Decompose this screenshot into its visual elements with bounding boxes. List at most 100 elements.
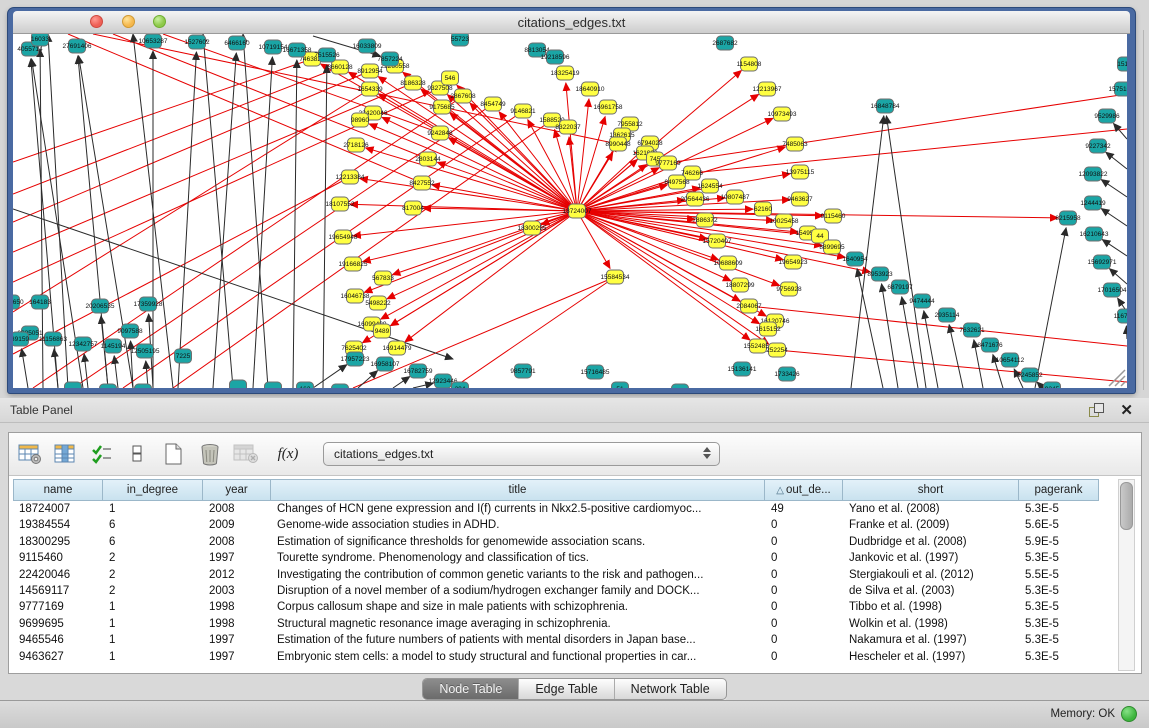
graph-node[interactable]: 13975115 bbox=[786, 165, 815, 179]
column-header-name[interactable]: name bbox=[13, 479, 103, 501]
graph-node[interactable]: 1167533 bbox=[1114, 309, 1127, 323]
memory-status-indicator[interactable] bbox=[1121, 706, 1137, 722]
graph-node[interactable]: 7225 bbox=[175, 349, 192, 363]
delete-trash-icon[interactable] bbox=[195, 439, 225, 469]
rows-icon[interactable] bbox=[123, 439, 153, 469]
graph-node[interactable] bbox=[65, 382, 82, 388]
graph-node[interactable]: 16210643 bbox=[1080, 227, 1109, 241]
graph-node[interactable]: 18107552 bbox=[326, 197, 355, 211]
graph-node[interactable]: 9245852 bbox=[1017, 368, 1043, 382]
graph-node[interactable]: 62160 bbox=[754, 202, 772, 216]
graph-node[interactable]: 1154808 bbox=[737, 57, 762, 71]
column-header-year[interactable]: year bbox=[203, 479, 271, 501]
graph-node[interactable]: 17016504 bbox=[1098, 283, 1127, 297]
table-source-select[interactable]: citations_edges.txt bbox=[323, 442, 720, 466]
graph-node[interactable]: 15751074 bbox=[1109, 82, 1127, 96]
graph-node[interactable]: 39159 bbox=[13, 332, 29, 346]
graph-node[interactable]: 163 bbox=[297, 382, 314, 388]
close-panel-icon[interactable]: ✕ bbox=[1120, 401, 1133, 419]
graph-node[interactable]: 8912954 bbox=[357, 64, 383, 78]
float-panel-icon[interactable] bbox=[1089, 403, 1103, 417]
graph-node[interactable]: 9146821 bbox=[510, 104, 536, 118]
graph-node[interactable]: 15716485 bbox=[581, 365, 610, 379]
graph-node[interactable]: 19654948 bbox=[329, 230, 358, 244]
graph-node[interactable]: 8454749 bbox=[480, 97, 506, 111]
network-window-titlebar[interactable]: citations_edges.txt bbox=[13, 11, 1130, 34]
function-builder-icon[interactable]: f(x) bbox=[271, 446, 305, 463]
graph-node[interactable]: 16782759 bbox=[404, 364, 433, 378]
graph-node[interactable]: 2935114 bbox=[935, 308, 960, 322]
graph-node[interactable]: 9474444 bbox=[909, 294, 935, 308]
graph-node[interactable]: 9756928 bbox=[776, 282, 802, 296]
graph-node[interactable]: 8471676 bbox=[977, 338, 1003, 352]
node-table[interactable]: namein_degreeyeartitle△out_de...shortpag… bbox=[13, 479, 1115, 671]
graph-node[interactable]: 9175685 bbox=[429, 100, 455, 114]
graph-node[interactable]: 7632621 bbox=[959, 323, 985, 337]
new-document-icon[interactable] bbox=[159, 439, 189, 469]
graph-node[interactable]: 2620650 bbox=[13, 295, 24, 309]
graph-node[interactable]: 12213967 bbox=[753, 82, 782, 96]
graph-node[interactable]: 10688609 bbox=[714, 256, 743, 270]
graph-node[interactable]: 19166825 bbox=[339, 257, 368, 271]
graph-node[interactable]: 164183 bbox=[29, 295, 51, 309]
graph-node[interactable] bbox=[230, 380, 247, 388]
graph-node[interactable]: 9529986 bbox=[1094, 109, 1120, 123]
graph-node[interactable]: 12093822 bbox=[1079, 167, 1108, 181]
graph-node[interactable]: 1624554 bbox=[697, 179, 723, 193]
table-row[interactable]: 1938455462009Genome-wide association stu… bbox=[13, 517, 1115, 533]
table-row[interactable]: 946362711997Embryonic stem cells: a mode… bbox=[13, 649, 1115, 665]
graph-node[interactable]: 8215958 bbox=[1055, 211, 1081, 225]
graph-node[interactable]: 16958107 bbox=[371, 357, 400, 371]
graph-node[interactable]: 204 bbox=[452, 382, 469, 388]
window-resize-grip-icon[interactable] bbox=[1109, 370, 1125, 386]
graph-node[interactable]: 12342757 bbox=[69, 337, 98, 351]
graph-node[interactable]: 16848784 bbox=[871, 99, 900, 113]
table-row[interactable]: 977716911998Corpus callosum shape and si… bbox=[13, 599, 1115, 615]
table-row[interactable]: 969969511998Structural magnetic resonanc… bbox=[13, 616, 1115, 632]
graph-node[interactable]: 1640954 bbox=[842, 252, 868, 266]
table-scrollbar[interactable] bbox=[1118, 479, 1135, 671]
graph-node[interactable]: 2718126 bbox=[343, 138, 369, 152]
network-view-canvas[interactable]: 1872400718300295746382286601288912954222… bbox=[13, 34, 1127, 388]
graph-node[interactable]: 55723 bbox=[451, 34, 469, 46]
graph-node[interactable]: 95 bbox=[332, 384, 349, 388]
table-scrollbar-thumb[interactable] bbox=[1120, 482, 1133, 530]
graph-node[interactable]: 9857791 bbox=[510, 364, 536, 378]
graph-node[interactable]: 11156863 bbox=[39, 332, 67, 346]
graph-node[interactable]: 8953923 bbox=[867, 267, 893, 281]
graph-node[interactable]: 6466160 bbox=[224, 36, 250, 50]
graph-node[interactable]: 9463627 bbox=[787, 192, 813, 206]
graph-node[interactable]: 1733426 bbox=[774, 367, 800, 381]
graph-node[interactable]: 15692971 bbox=[1088, 255, 1117, 269]
graph-node[interactable]: 252254 bbox=[766, 343, 788, 357]
graph-node[interactable]: 51 bbox=[612, 382, 629, 388]
column-header-title[interactable]: title bbox=[271, 479, 765, 501]
tab-node-table[interactable]: Node Table bbox=[423, 679, 518, 699]
graph-node[interactable]: 8427552 bbox=[409, 176, 435, 190]
graph-node[interactable]: 546 bbox=[442, 71, 459, 85]
graph-node[interactable]: 7485063 bbox=[782, 137, 808, 151]
graph-node[interactable]: 17957223 bbox=[341, 352, 370, 366]
table-row[interactable]: 911546021997Tourette syndrome. Phenomeno… bbox=[13, 550, 1115, 566]
column-header-out_de[interactable]: △out_de... bbox=[765, 479, 843, 501]
graph-node[interactable]: 20206535 bbox=[86, 299, 115, 313]
column-header-pagerank[interactable]: pagerank bbox=[1019, 479, 1099, 501]
column-select-icon[interactable] bbox=[51, 439, 81, 469]
graph-node[interactable]: 15116 bbox=[1117, 57, 1127, 71]
graph-node[interactable]: 1527602 bbox=[184, 35, 210, 49]
graph-node[interactable]: 817004 bbox=[402, 201, 424, 215]
graph-node[interactable] bbox=[265, 382, 282, 388]
graph-node[interactable]: 9245 bbox=[1044, 382, 1061, 388]
graph-node[interactable]: 15136141 bbox=[728, 362, 757, 376]
table-row[interactable]: 1830029562008Estimation of significance … bbox=[13, 534, 1115, 550]
graph-node[interactable]: 15584534 bbox=[601, 270, 630, 284]
column-header-short[interactable]: short bbox=[843, 479, 1019, 501]
graph-node[interactable]: 16961758 bbox=[594, 100, 623, 114]
table-row[interactable]: 1872400712008Changes of HCN gene express… bbox=[13, 501, 1115, 517]
tab-edge-table[interactable]: Edge Table bbox=[518, 679, 613, 699]
table-settings-icon[interactable] bbox=[15, 439, 45, 469]
graph-node[interactable]: 16033809 bbox=[353, 39, 382, 53]
graph-node[interactable]: 6879197 bbox=[887, 280, 913, 294]
graph-node[interactable]: 2687682 bbox=[712, 36, 738, 50]
graph-node[interactable]: 18640910 bbox=[576, 82, 605, 96]
